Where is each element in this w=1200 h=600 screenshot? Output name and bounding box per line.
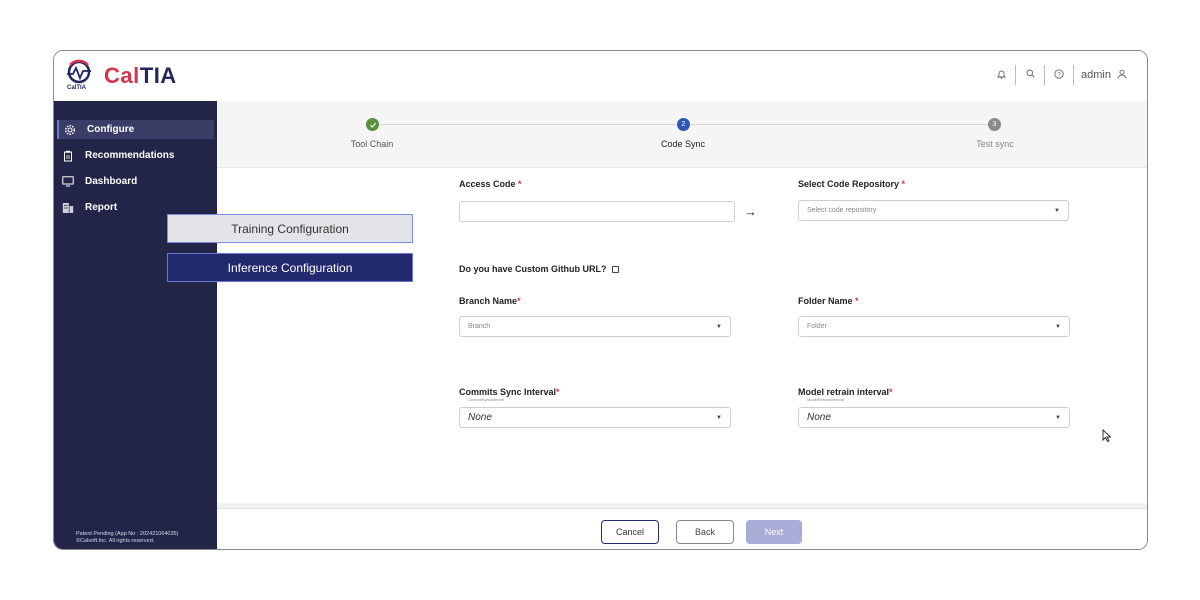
top-header: CalTIA CalTIA ? admin	[54, 51, 1147, 101]
logo-caption: CalTIA	[67, 85, 87, 91]
gear-icon	[63, 123, 77, 137]
next-button[interactable]: Next	[746, 520, 802, 544]
chevron-down-icon: ▼	[1055, 324, 1061, 330]
sidebar-item-dashboard[interactable]: Dashboard	[57, 172, 214, 191]
step-complete-icon	[366, 118, 379, 131]
branch-name-label: Branch Name*	[459, 296, 521, 306]
commit-interval-select[interactable]: None ▼	[459, 407, 731, 428]
mouse-cursor-icon	[1102, 428, 1112, 443]
search-icon[interactable]	[1019, 69, 1041, 81]
arrow-right-icon[interactable]: →	[744, 204, 757, 219]
folder-name-label: Folder Name *	[798, 296, 859, 306]
step-label-tool-chain: Tool Chain	[350, 139, 394, 149]
app-window: CalTIA CalTIA ? admin Configure Recommen…	[53, 50, 1148, 550]
bell-icon[interactable]	[990, 69, 1012, 82]
patent-text: Patent Pending (App No : 202421064035)	[76, 531, 179, 537]
copyright-footer: Patent Pending (App No : 202421064035) ©…	[76, 531, 178, 545]
header-actions: ? admin	[990, 63, 1133, 87]
header-divider	[1015, 65, 1017, 85]
cancel-button[interactable]: Cancel	[601, 520, 659, 544]
sidebar-item-label: Recommendations	[85, 150, 175, 161]
progress-stepper: Tool Chain 2 Code Sync 3 Test sync	[217, 101, 1147, 168]
chevron-down-icon: ▼	[716, 415, 722, 421]
access-code-label: Access Code *	[459, 179, 522, 189]
chevron-down-icon: ▼	[1054, 208, 1060, 214]
retrain-interval-label: Model retrain interval*	[798, 387, 893, 397]
code-sync-form: Access Code * → Select Code Repository *…	[450, 168, 1147, 508]
header-divider	[1044, 65, 1046, 85]
clipboard-icon	[61, 149, 75, 163]
commit-interval-sublabel: CommitSyncInterval	[468, 397, 504, 402]
user-icon[interactable]	[1111, 69, 1133, 82]
back-button[interactable]: Back	[676, 520, 734, 544]
sidebar-item-label: Dashboard	[85, 176, 138, 187]
folder-placeholder: Folder	[807, 323, 827, 330]
branch-dropdown[interactable]: Branch ▼	[459, 316, 731, 337]
custom-url-label: Do you have Custom Github URL?	[459, 264, 607, 274]
chevron-down-icon: ▼	[1055, 415, 1061, 421]
step-connector	[378, 124, 680, 125]
retrain-interval-value: None	[807, 412, 831, 423]
logo-icon: CalTIA	[64, 59, 94, 93]
retrain-interval-select[interactable]: None ▼	[798, 407, 1070, 428]
step-number-2: 2	[677, 118, 690, 131]
app-logo[interactable]: CalTIA CalTIA	[64, 59, 177, 93]
step-label-test-sync: Test sync	[976, 139, 1014, 149]
monitor-icon	[61, 175, 75, 189]
sidebar: Configure Recommendations Dashboard Repo…	[54, 101, 217, 549]
commit-interval-value: None	[468, 412, 492, 423]
menu-item-training-configuration[interactable]: Training Configuration	[167, 214, 413, 243]
sidebar-item-recommendations[interactable]: Recommendations	[57, 146, 214, 165]
access-code-input[interactable]	[459, 201, 735, 222]
select-repo-placeholder: Select code repository	[807, 207, 877, 214]
step-connector	[690, 124, 988, 125]
report-icon	[61, 201, 75, 215]
app-title: CalTIA	[104, 63, 177, 88]
retrain-interval-sublabel: ModelRetrainInterval	[807, 397, 844, 402]
select-repo-label: Select Code Repository *	[798, 179, 906, 189]
help-icon[interactable]: ?	[1048, 68, 1070, 82]
branch-placeholder: Branch	[468, 323, 491, 330]
form-footer: Cancel Back Next	[217, 508, 1147, 549]
sidebar-item-label: Configure	[87, 124, 135, 135]
folder-dropdown[interactable]: Folder ▼	[798, 316, 1070, 337]
sidebar-item-label: Report	[85, 202, 118, 213]
commit-interval-label: Commits Sync Interval*	[459, 387, 560, 397]
header-divider	[1073, 65, 1075, 85]
step-label-code-sync: Code Sync	[660, 139, 706, 149]
step-number-3: 3	[988, 118, 1001, 131]
chevron-down-icon: ▼	[716, 324, 722, 330]
custom-url-checkbox[interactable]	[612, 266, 619, 273]
menu-item-inference-configuration[interactable]: Inference Configuration	[167, 253, 413, 282]
select-repo-dropdown[interactable]: Select code repository ▼	[798, 200, 1069, 221]
copyright-text: ©Calsoft.Inc. All rights reserved.	[76, 538, 155, 544]
sidebar-item-configure[interactable]: Configure	[57, 120, 214, 139]
user-name[interactable]: admin	[1081, 69, 1111, 81]
